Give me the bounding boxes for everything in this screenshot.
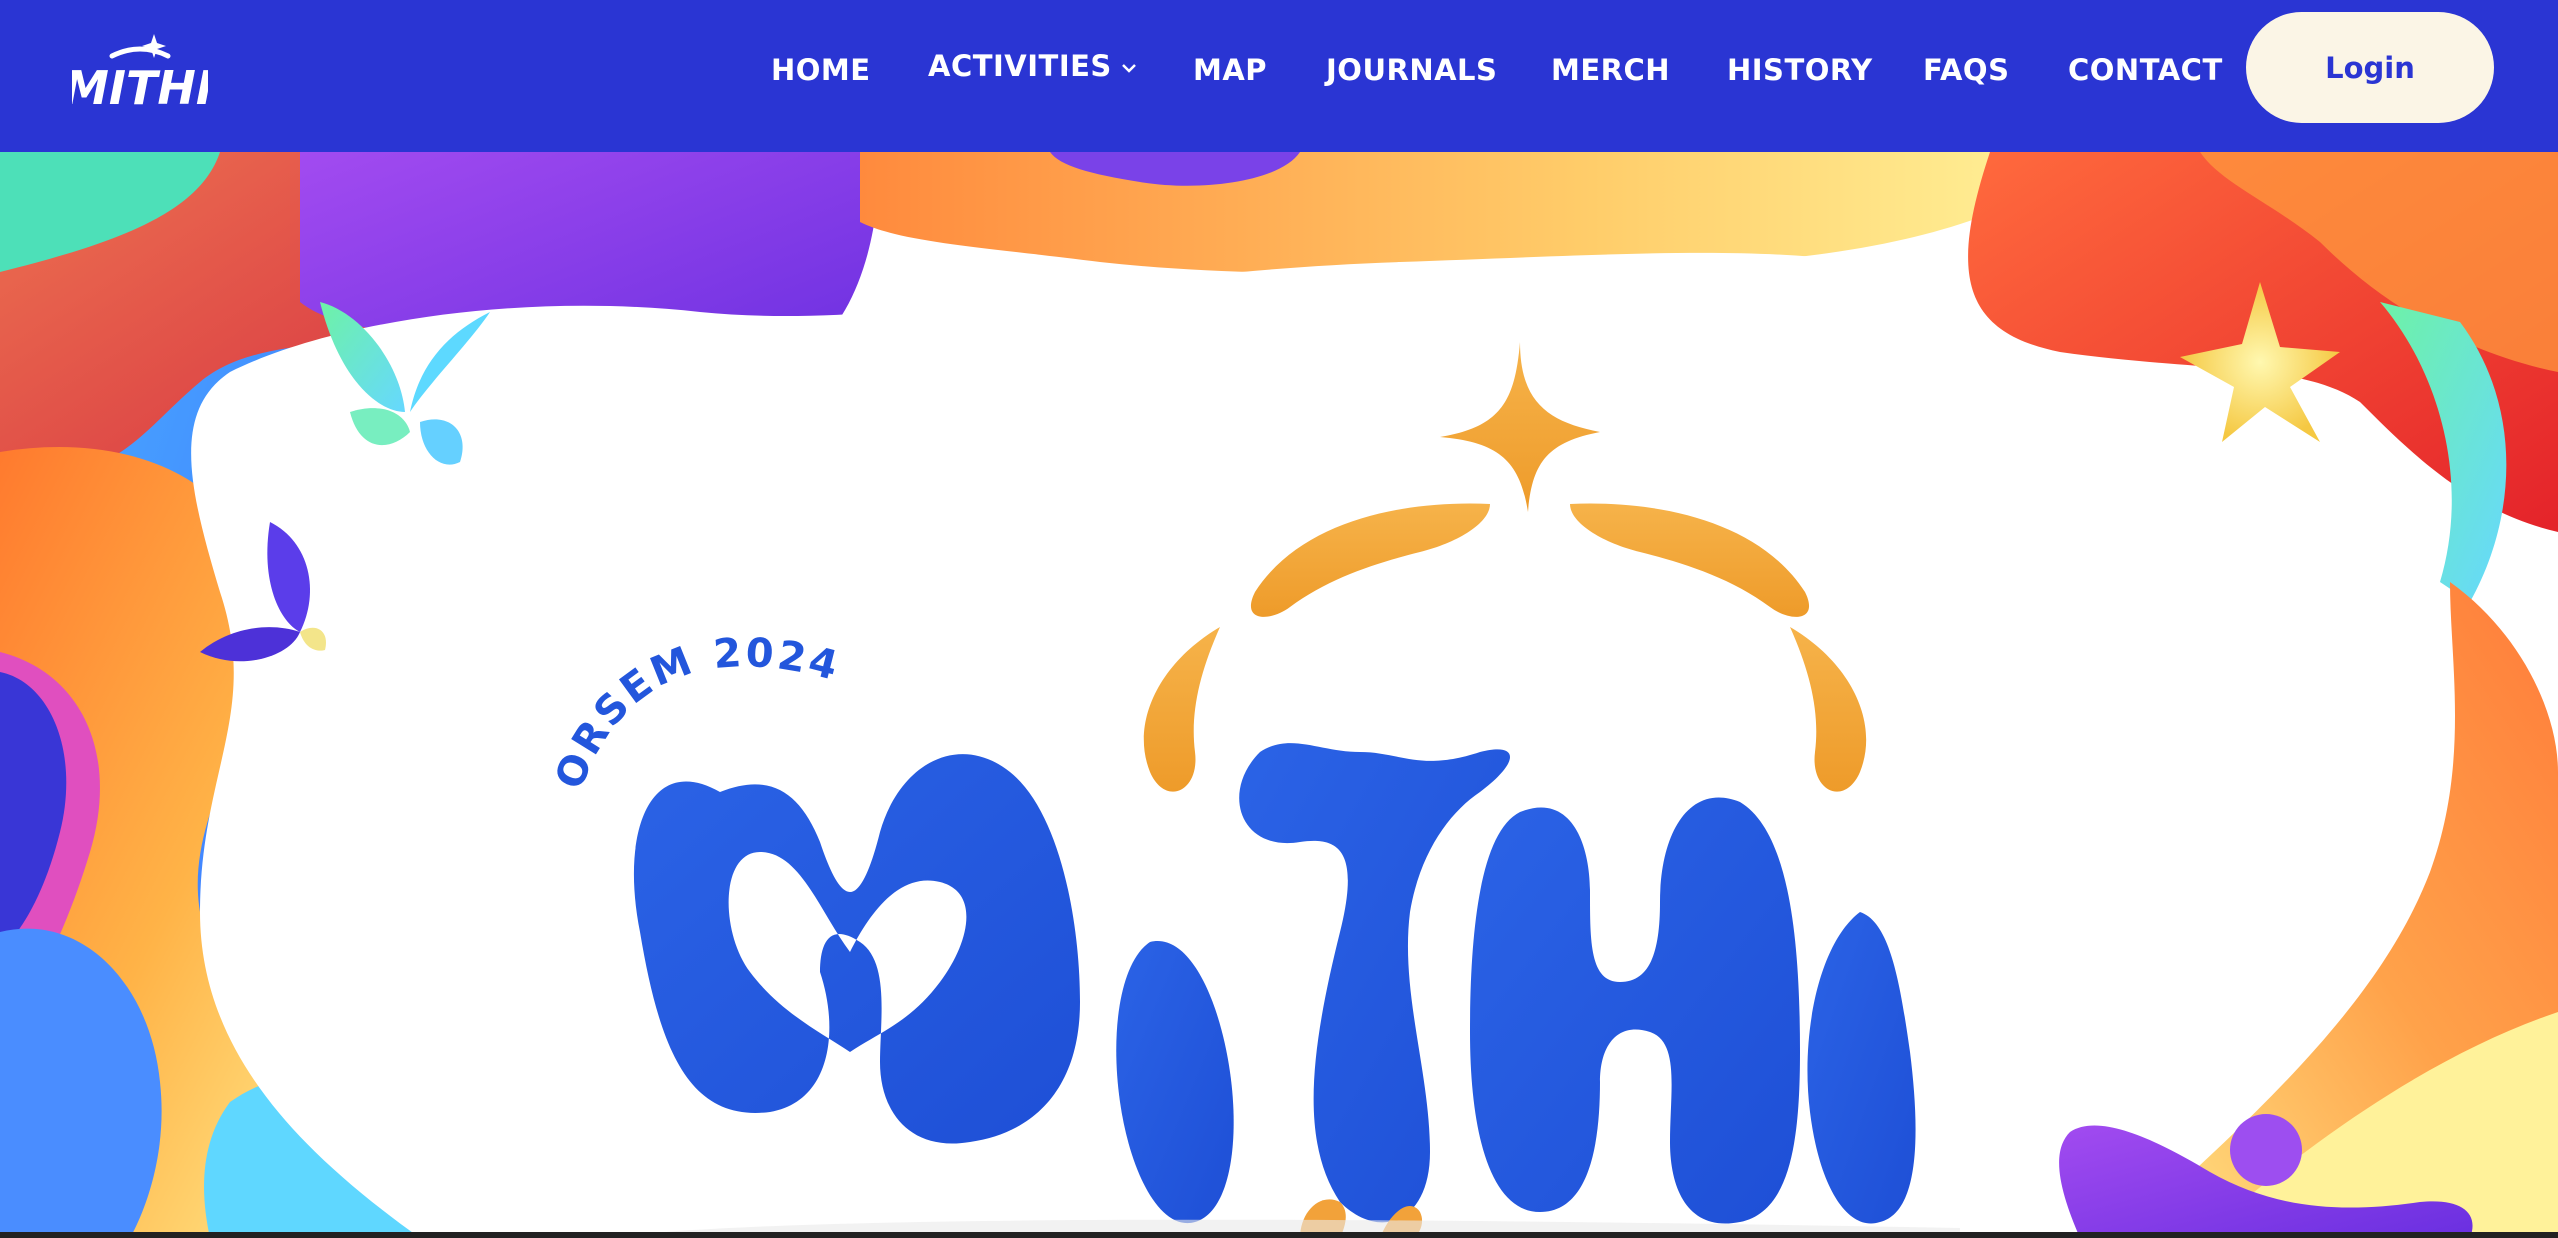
- nav-contact[interactable]: CONTACT: [2068, 52, 2223, 88]
- nav-faqs[interactable]: FAQS: [1923, 52, 2009, 88]
- nav-home[interactable]: HOME: [771, 52, 871, 88]
- nav-merch[interactable]: MERCH: [1551, 52, 1670, 88]
- login-button[interactable]: Login: [2246, 12, 2494, 123]
- nav-activities-label: ACTIVITIES: [928, 49, 1112, 83]
- hero-background-art: ORSEM 2024: [0, 152, 2558, 1238]
- nav-history[interactable]: HISTORY: [1727, 52, 1873, 88]
- mithi-logo[interactable]: MITHI: [72, 30, 208, 114]
- chevron-down-icon: [1121, 64, 1136, 73]
- bottom-edge: [0, 1232, 2558, 1238]
- logo-text: MITHI: [72, 61, 208, 114]
- hero-banner: ORSEM 2024: [0, 152, 2558, 1238]
- top-navbar: MITHI HOME ACTIVITIES MAP JOURNALS MERCH…: [0, 0, 2558, 152]
- nav-map[interactable]: MAP: [1193, 52, 1267, 88]
- nav-activities[interactable]: ACTIVITIES: [928, 48, 1138, 84]
- nav-journals[interactable]: JOURNALS: [1326, 52, 1497, 88]
